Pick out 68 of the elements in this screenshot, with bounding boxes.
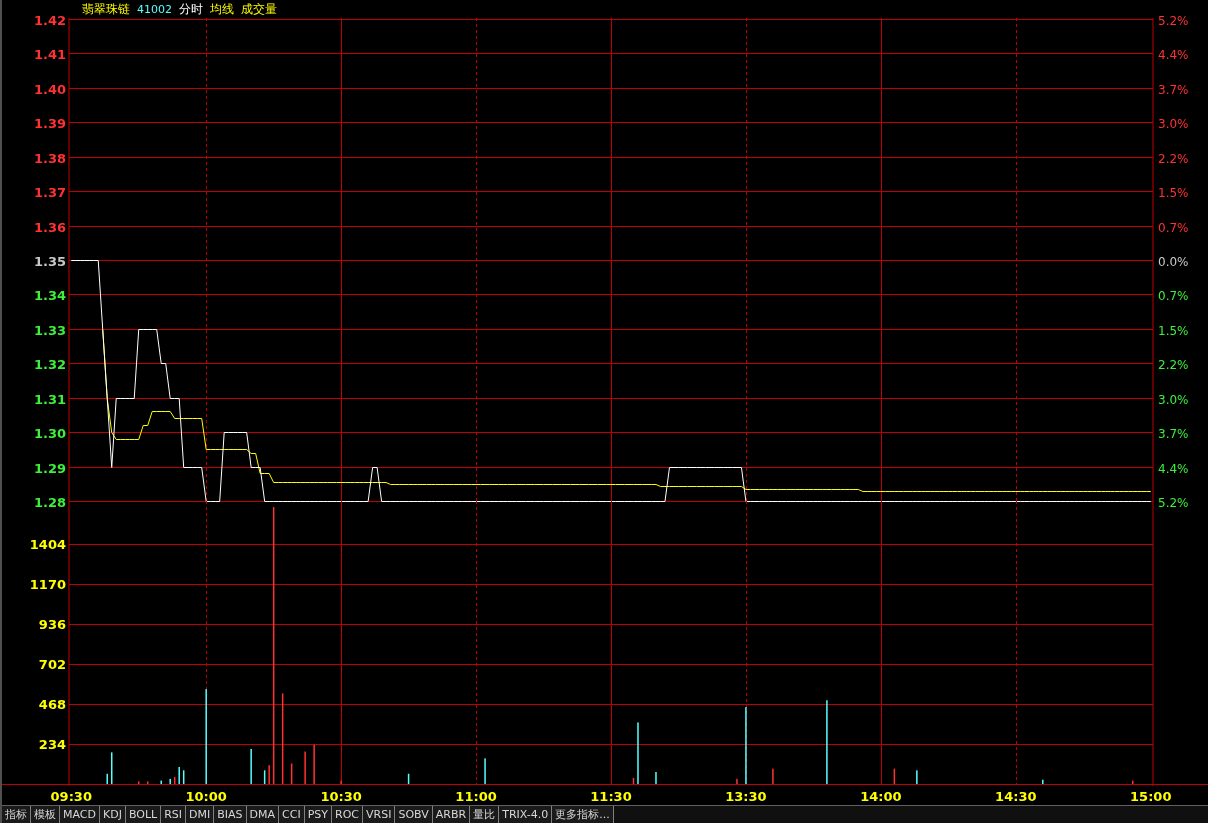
percent-axis-label: 2.2% [1158,151,1189,166]
price-axis-label: 1.34 [33,287,66,303]
percent-axis-label: 3.0% [1158,116,1189,131]
percent-axis-label: 2.2% [1158,357,1189,372]
indicator-tab[interactable]: ROC [332,806,364,823]
percent-axis-label: 5.2% [1158,13,1189,28]
price-axis-label: 1.41 [33,46,66,62]
indicator-tab[interactable]: 量比 [470,806,500,823]
indicator-tab[interactable]: 指标 [2,806,31,823]
percent-axis-label: 4.4% [1158,47,1189,62]
indicator-tab[interactable]: 模板 [31,806,60,823]
price-axis-label: 1.29 [33,460,66,476]
indicator-tab[interactable]: DMA [246,806,280,823]
price-axis-label: 1.38 [33,150,66,166]
indicator-tab[interactable]: TRIX-4.0 [499,806,553,823]
series-legend: 均线 [210,3,234,15]
indicator-tab[interactable]: KDJ [100,806,126,823]
time-axis-label: 11:00 [455,789,497,804]
percent-axis-label: 1.5% [1158,185,1189,200]
indicator-tab[interactable]: SOBV [395,806,433,823]
indicator-tab[interactable]: CCI [279,806,305,823]
time-axis-label: 13:30 [725,789,767,804]
indicator-tab[interactable]: BOLL [125,806,162,823]
time-axis-label: 14:00 [860,789,902,804]
percent-axis-label: 1.5% [1158,323,1189,338]
price-axis-label: 1.37 [33,184,66,200]
percent-axis-label: 5.2% [1158,495,1189,510]
price-axis-label: 1.42 [33,12,66,28]
percent-axis-label: 3.0% [1158,392,1189,407]
time-axis-label: 10:00 [185,789,227,804]
volume-axis-label: 468 [38,697,66,712]
percent-axis-label: 4.4% [1158,461,1189,476]
price-axis-label: 1.32 [33,356,66,372]
time-axis-label: 09:30 [50,789,92,804]
indicator-tab[interactable]: MACD [60,806,100,823]
time-axis-label: 14:30 [995,789,1037,804]
volume-axis-label: 702 [38,657,66,672]
indicator-tab[interactable]: RSI [161,806,187,823]
percent-axis-label: 0.7% [1158,288,1189,303]
percent-axis-label: 3.7% [1158,82,1189,97]
series-legend: 分时 [179,3,203,15]
indicator-tab[interactable]: PSY [304,806,333,823]
price-axis-label: 1.36 [33,219,66,235]
percent-axis-label: 3.7% [1158,426,1189,441]
price-axis-label: 1.28 [33,494,66,510]
volume-legend: 成交量 [241,3,277,15]
indicator-tab[interactable]: BIAS [214,806,247,823]
volume-axis-label: 1170 [29,577,66,592]
indicator-tab[interactable]: VRSI [363,806,396,823]
volume-axis-label: 936 [38,617,66,632]
indicator-tab[interactable]: 更多指标... [552,806,614,823]
volume-axis-label: 234 [38,737,66,752]
percent-axis-label: 0.7% [1158,220,1189,235]
price-axis-label: 1.30 [33,425,66,441]
indicator-tab[interactable]: DMI [186,806,215,823]
stock-name: 翡翠珠链 [82,3,130,15]
price-axis-label: 1.33 [33,322,66,338]
time-axis-label: 11:30 [590,789,632,804]
time-axis-label: 15:00 [1130,789,1172,804]
stock-code: 41002 [137,3,172,15]
price-axis-label: 1.35 [33,253,66,269]
volume-axis-label: 1404 [29,537,66,552]
price-axis-label: 1.40 [33,81,66,97]
time-axis-label: 10:30 [320,789,362,804]
indicator-tab[interactable]: ARBR [432,806,471,823]
percent-axis-label: 0.0% [1158,254,1189,269]
price-axis-label: 1.39 [33,115,66,131]
price-axis-label: 1.31 [33,391,66,407]
